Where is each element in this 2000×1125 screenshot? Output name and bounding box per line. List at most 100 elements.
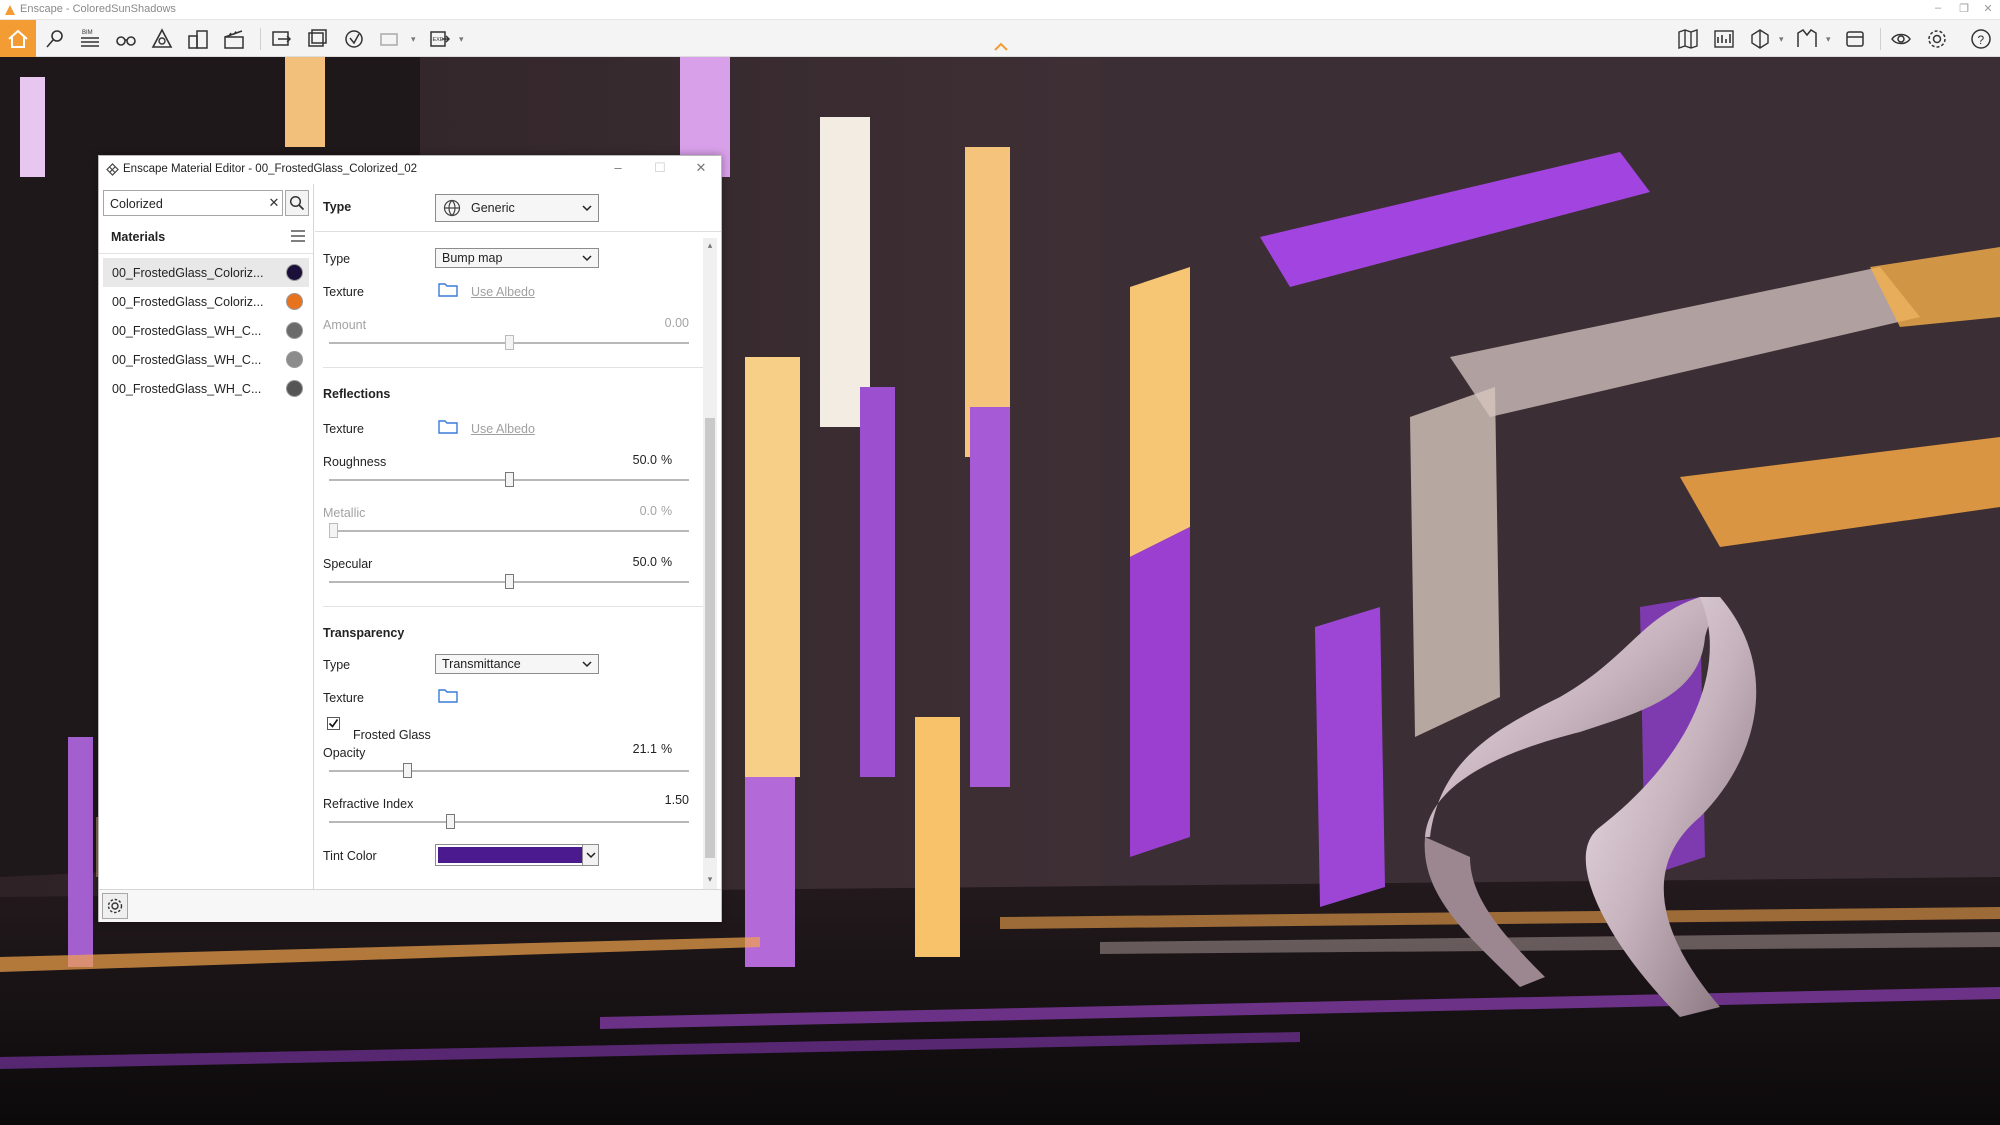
buildings-button[interactable] xyxy=(183,24,213,54)
upload-button[interactable] xyxy=(339,24,369,54)
slider-thumb[interactable] xyxy=(329,523,338,538)
panorama-button[interactable] xyxy=(375,24,405,54)
material-type-dropdown[interactable]: Generic xyxy=(435,194,599,222)
search-input[interactable] xyxy=(110,195,260,212)
clear-search-icon[interactable]: ✕ xyxy=(267,195,281,211)
checkmark-icon xyxy=(328,719,339,728)
editor-title-bar[interactable]: Enscape Material Editor - 00_FrostedGlas… xyxy=(99,156,721,184)
binoculars-icon xyxy=(116,36,136,46)
slider-thumb[interactable] xyxy=(505,472,514,487)
map-button[interactable] xyxy=(1673,24,1703,54)
panorama-icon xyxy=(380,33,398,46)
slider-thumb[interactable] xyxy=(505,335,514,350)
toolbar-separator xyxy=(260,28,261,50)
home-icon xyxy=(8,29,28,48)
material-list-item[interactable]: 00_FrostedGlass_WH_C... xyxy=(103,316,309,345)
folder-icon[interactable] xyxy=(438,687,458,703)
views-button[interactable] xyxy=(1840,24,1870,54)
close-icon[interactable]: ✕ xyxy=(1980,2,1996,15)
material-list-item[interactable]: 00_FrostedGlass_Coloriz... xyxy=(103,287,309,316)
home-button[interactable] xyxy=(0,20,36,57)
opacity-slider[interactable] xyxy=(329,763,689,778)
metallic-unit: % xyxy=(661,504,673,518)
chevron-down-icon[interactable]: ▾ xyxy=(459,34,464,45)
asset-library-button[interactable] xyxy=(147,24,177,54)
refractive-index-value: 1.50 xyxy=(664,793,689,807)
scrollbar-thumb[interactable] xyxy=(705,418,715,858)
batch-render-button[interactable] xyxy=(303,24,333,54)
screenshot-button[interactable] xyxy=(267,24,297,54)
material-name: 00_FrostedGlass_Coloriz... xyxy=(112,295,264,309)
material-properties-pane: Type Bump map Texture Use Albedo Amount … xyxy=(315,184,721,889)
close-icon[interactable]: ✕ xyxy=(691,160,711,176)
refractive-index-slider[interactable] xyxy=(329,814,689,829)
amount-slider[interactable] xyxy=(329,335,689,350)
material-list-item[interactable]: 00_FrostedGlass_Coloriz... xyxy=(103,258,309,287)
search-button[interactable] xyxy=(285,190,309,216)
location-button[interactable] xyxy=(40,24,70,54)
minimize-icon[interactable]: – xyxy=(608,160,628,175)
scroll-down-icon[interactable]: ▾ xyxy=(704,874,716,886)
chevron-down-icon[interactable]: ▾ xyxy=(411,34,416,45)
material-editor-window: Enscape Material Editor - 00_FrostedGlas… xyxy=(98,155,722,922)
specular-label: Specular xyxy=(323,557,373,571)
settings-button[interactable] xyxy=(1922,24,1952,54)
restore-icon[interactable]: ❐ xyxy=(1956,2,1972,15)
hamburger-menu-icon[interactable] xyxy=(290,229,306,243)
app-title: Enscape - ColoredSunShadows xyxy=(20,3,176,15)
bump-type-dropdown[interactable]: Bump map xyxy=(435,248,599,268)
bump-use-albedo-link[interactable]: Use Albedo xyxy=(471,285,535,299)
slider-thumb[interactable] xyxy=(403,763,412,778)
material-list-item[interactable]: 00_FrostedGlass_WH_C... xyxy=(103,345,309,374)
folder-icon[interactable] xyxy=(438,418,458,434)
scroll-up-icon[interactable]: ▴ xyxy=(704,240,716,252)
visual-settings-button[interactable] xyxy=(1886,24,1916,54)
tint-color-swatch[interactable] xyxy=(438,847,582,863)
material-list-item[interactable]: 00_FrostedGlass_WH_C... xyxy=(103,374,309,403)
main-toolbar: BIM ▾ EXE ▾ ▾ ▾ ? xyxy=(0,20,2000,57)
section-divider xyxy=(323,367,705,368)
chevron-down-icon[interactable]: ▾ xyxy=(1779,34,1784,45)
bump-texture-label: Texture xyxy=(323,285,364,299)
help-button[interactable]: ? xyxy=(1966,24,1996,54)
enscape-logo-icon xyxy=(5,5,15,15)
buildings-icon xyxy=(188,30,208,49)
transparency-type-value: Transmittance xyxy=(442,657,521,671)
video-editor-button[interactable] xyxy=(219,24,249,54)
chevron-down-icon[interactable]: ▾ xyxy=(1826,34,1831,45)
materials-header: Materials xyxy=(99,220,313,254)
chevron-up-icon[interactable] xyxy=(993,40,1009,54)
views-binoculars-button[interactable] xyxy=(111,24,141,54)
frosted-glass-label: Frosted Glass xyxy=(353,728,431,742)
screenshot-icon xyxy=(272,31,292,46)
slider-track xyxy=(329,770,689,772)
specular-slider[interactable] xyxy=(329,574,689,589)
transparency-type-dropdown[interactable]: Transmittance xyxy=(435,654,599,674)
tint-color-picker[interactable] xyxy=(435,844,599,866)
material-type-label: Type xyxy=(323,200,352,214)
properties-scrollbar[interactable]: ▴ ▾ xyxy=(703,238,717,889)
metallic-slider[interactable] xyxy=(329,523,689,538)
editor-settings-button[interactable] xyxy=(102,893,128,919)
slider-thumb[interactable] xyxy=(446,814,455,829)
minimize-icon[interactable]: – xyxy=(1930,2,1946,14)
roughness-slider[interactable] xyxy=(329,472,689,487)
help-icon: ? xyxy=(1971,29,1991,49)
material-editor-button[interactable] xyxy=(1792,24,1822,54)
section-button[interactable] xyxy=(1745,24,1775,54)
export-exe-button[interactable]: EXE xyxy=(425,24,455,54)
opacity-label: Opacity xyxy=(323,746,366,760)
section-divider xyxy=(323,606,705,607)
slider-thumb[interactable] xyxy=(505,574,514,589)
frosted-glass-checkbox[interactable] xyxy=(327,717,340,730)
folder-icon[interactable] xyxy=(438,281,458,297)
minimap-button[interactable] xyxy=(1709,24,1739,54)
maximize-icon[interactable]: ☐ xyxy=(650,160,670,176)
toolbar-separator xyxy=(1880,28,1881,50)
bim-button[interactable]: BIM xyxy=(75,24,105,54)
materials-pane: ✕ Materials 00_FrostedGlass_Coloriz... 00… xyxy=(99,184,314,889)
roughness-value: 50.0 xyxy=(632,453,657,467)
app-title-bar: Enscape - ColoredSunShadows – ❐ ✕ xyxy=(0,0,2000,20)
reflections-use-albedo-link[interactable]: Use Albedo xyxy=(471,422,535,436)
tint-color-dropdown-button[interactable] xyxy=(582,845,598,865)
